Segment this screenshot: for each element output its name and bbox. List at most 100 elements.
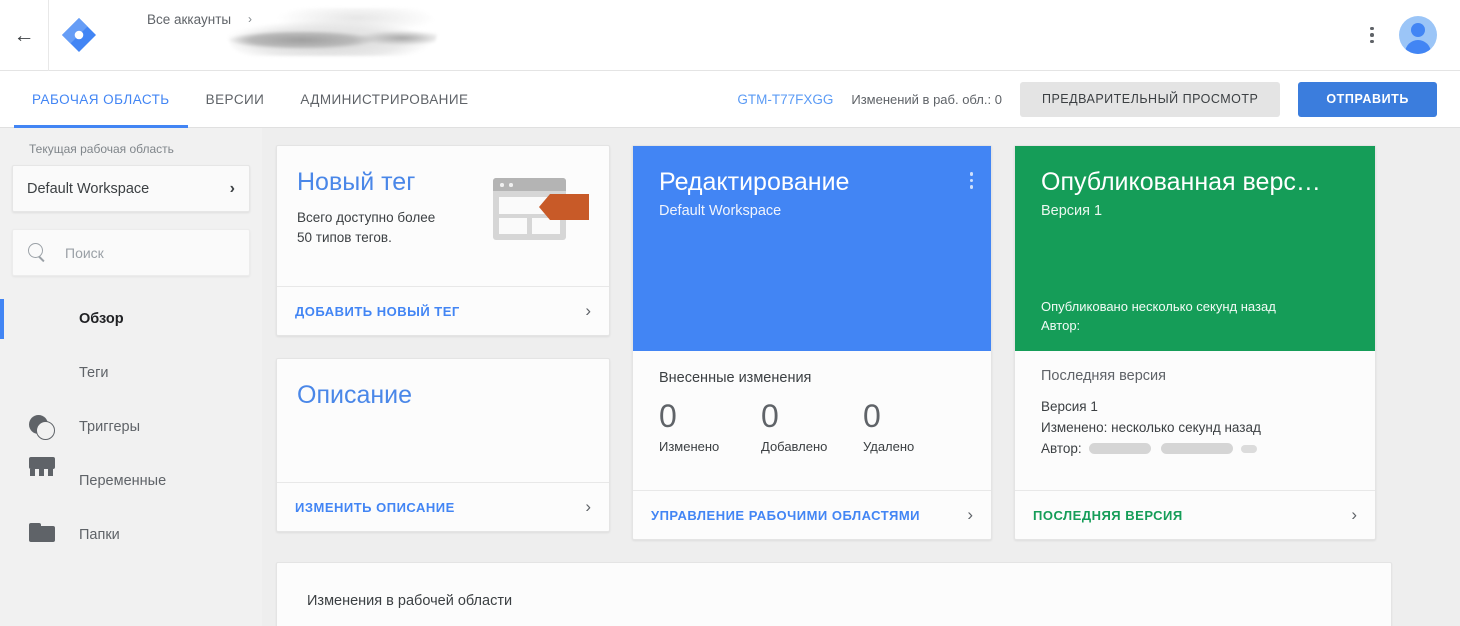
- published-card-meta: Опубликовано несколько секунд назад Авто…: [1041, 297, 1276, 335]
- back-button[interactable]: ←: [0, 0, 49, 71]
- sidebar-item-folders[interactable]: Папки: [0, 508, 262, 562]
- breadcrumb[interactable]: Все аккаунты ›: [117, 0, 1359, 71]
- published-timestamp: Опубликовано несколько секунд назад: [1041, 299, 1276, 314]
- google-tag-manager-logo: [62, 18, 96, 52]
- current-workspace-label: Текущая рабочая область: [29, 142, 174, 156]
- edit-description-action[interactable]: ИЗМЕНИТЬ ОПИСАНИЕ ›: [277, 482, 609, 531]
- breadcrumb-all-accounts[interactable]: Все аккаунты: [147, 12, 231, 27]
- description-card: Описание ИЗМЕНИТЬ ОПИСАНИЕ ›: [276, 358, 610, 532]
- sidebar-item-variables-label: Переменные: [79, 473, 167, 489]
- editing-card-subtitle: Default Workspace: [659, 203, 782, 219]
- sidebar-item-overview[interactable]: Обзор: [0, 292, 262, 346]
- new-tag-title: Новый тег: [297, 168, 416, 196]
- editing-card-title: Редактирование: [659, 168, 850, 196]
- description-title: Описание: [297, 381, 413, 409]
- gtm-overview-page: ← Все аккаунты › РАБОЧАЯ ОБЛАСТЬ ВЕРСИИ: [0, 0, 1460, 626]
- header-actions: [1359, 16, 1437, 54]
- latest-version-author-redacted: [1088, 442, 1257, 455]
- tab-admin-label: АДМИНИСТРИРОВАНИЕ: [300, 91, 469, 107]
- stat-deleted-label: Удалено: [863, 439, 915, 454]
- submit-button[interactable]: ОТПРАВИТЬ: [1298, 81, 1437, 117]
- workspace-changes-title: Изменения в рабочей области: [307, 593, 513, 609]
- chevron-right-icon: ›: [585, 301, 591, 320]
- manage-workspaces-label: УПРАВЛЕНИЕ РАБОЧИМИ ОБЛАСТЯМИ: [651, 507, 921, 523]
- sidebar-item-tags-label: Теги: [79, 365, 109, 381]
- sidebar-item-variables[interactable]: Переменные: [0, 454, 262, 508]
- search-icon: [27, 242, 49, 264]
- new-tag-card: Новый тег Всего доступно более 50 типов …: [276, 145, 610, 336]
- description-body: Описание: [277, 359, 609, 482]
- stat-modified-value: 0: [659, 398, 677, 434]
- cards-row: Новый тег Всего доступно более 50 типов …: [276, 145, 1460, 540]
- editing-card-stats: Внесенные изменения 0 Изменено 0 Добавле…: [633, 351, 991, 490]
- workspace-changes-card: Изменения в рабочей области: [276, 562, 1392, 626]
- stat-deleted: 0 Удалено: [863, 396, 965, 454]
- stat-modified-label: Изменено: [659, 439, 720, 454]
- sidebar-item-tags[interactable]: Теги: [0, 346, 262, 400]
- left-card-column: Новый тег Всего доступно более 50 типов …: [276, 145, 610, 532]
- chevron-right-icon: ›: [229, 179, 235, 197]
- sidebar-nav: Обзор Теги Триггеры Переменные Папки: [0, 292, 262, 562]
- editing-card-header: Редактирование Default Workspace: [633, 146, 991, 351]
- more-options-icon[interactable]: [1359, 20, 1385, 50]
- stat-added-label: Добавлено: [761, 439, 828, 454]
- latest-version-action[interactable]: ПОСЛЕДНЯЯ ВЕРСИЯ ›: [1015, 490, 1375, 539]
- add-new-tag-action[interactable]: ДОБАВИТЬ НОВЫЙ ТЕГ ›: [277, 286, 609, 335]
- latest-version-number: Версия 1: [1041, 399, 1098, 414]
- tab-versions[interactable]: ВЕРСИИ: [188, 71, 283, 128]
- edit-description-label: ИЗМЕНИТЬ ОПИСАНИЕ: [295, 499, 455, 515]
- chevron-right-icon: ›: [1351, 505, 1357, 524]
- tab-bar-actions: GTM-T77FXGG Изменений в раб. обл.: 0 ПРЕ…: [737, 81, 1437, 117]
- container-id-link[interactable]: GTM-T77FXGG: [737, 92, 833, 107]
- published-card-title: Опубликованная верс…: [1041, 168, 1321, 196]
- published-card-subtitle: Версия 1: [1041, 203, 1103, 219]
- card-more-options-icon[interactable]: [969, 172, 973, 189]
- back-arrow-icon: ←: [13, 23, 35, 47]
- preview-button[interactable]: ПРЕДВАРИТЕЛЬНЫЙ ПРОСМОТР: [1019, 81, 1281, 117]
- sidebar-item-triggers-label: Триггеры: [79, 419, 141, 435]
- user-avatar-icon[interactable]: [1399, 16, 1437, 54]
- search-placeholder: Поиск: [65, 244, 104, 261]
- latest-version-author-row: Автор:: [1041, 438, 1349, 459]
- published-card-header: Опубликованная верс… Версия 1 Опубликова…: [1015, 146, 1375, 351]
- stat-deleted-value: 0: [863, 398, 881, 434]
- tab-workspace[interactable]: РАБОЧАЯ ОБЛАСТЬ: [14, 71, 188, 128]
- workspace-name: Default Workspace: [27, 180, 150, 197]
- stat-added: 0 Добавлено: [761, 396, 863, 454]
- latest-version-author-label: Автор:: [1041, 441, 1082, 456]
- tab-admin[interactable]: АДМИНИСТРИРОВАНИЕ: [282, 71, 486, 128]
- workspace-selector[interactable]: Default Workspace ›: [12, 165, 250, 212]
- new-tag-subtitle-line1: Всего доступно более: [297, 210, 436, 225]
- workspace-changes-count: Изменений в раб. обл.: 0: [851, 91, 1002, 107]
- top-header-bar: ← Все аккаунты ›: [0, 0, 1460, 71]
- tab-bar: РАБОЧАЯ ОБЛАСТЬ ВЕРСИИ АДМИНИСТРИРОВАНИЕ…: [0, 71, 1460, 128]
- latest-version-heading: Последняя версия: [1041, 368, 1167, 384]
- new-tag-subtitle-line2: 50 типов тегов.: [297, 230, 392, 245]
- tab-workspace-label: РАБОЧАЯ ОБЛАСТЬ: [32, 91, 170, 107]
- latest-version-modified: Изменено: несколько секунд назад: [1041, 420, 1261, 435]
- logo-container[interactable]: [49, 15, 109, 55]
- add-new-tag-label: ДОБАВИТЬ НОВЫЙ ТЕГ: [295, 303, 460, 319]
- chevron-right-icon: ›: [585, 497, 591, 516]
- tag-illustration: [491, 170, 589, 245]
- tab-list: РАБОЧАЯ ОБЛАСТЬ ВЕРСИИ АДМИНИСТРИРОВАНИЕ: [14, 71, 486, 128]
- stat-added-value: 0: [761, 398, 779, 434]
- new-tag-body: Новый тег Всего доступно более 50 типов …: [277, 146, 609, 286]
- published-version-card: Опубликованная верс… Версия 1 Опубликова…: [1014, 145, 1376, 540]
- account-name-redacted: [227, 7, 437, 56]
- latest-version-body: Последняя версия Версия 1 Изменено: неск…: [1015, 351, 1375, 490]
- stat-modified: 0 Изменено: [659, 396, 761, 454]
- sidebar-item-overview-label: Обзор: [79, 311, 124, 327]
- stats-title: Внесенные изменения: [659, 370, 812, 386]
- editing-card: Редактирование Default Workspace Внесенн…: [632, 145, 992, 540]
- stats-row: 0 Изменено 0 Добавлено 0 Удалено: [659, 396, 965, 454]
- tab-versions-label: ВЕРСИИ: [205, 91, 265, 107]
- search-input[interactable]: Поиск: [12, 229, 250, 276]
- main-content: Новый тег Всего доступно более 50 типов …: [262, 128, 1460, 626]
- sidebar-item-triggers[interactable]: Триггеры: [0, 400, 262, 454]
- manage-workspaces-action[interactable]: УПРАВЛЕНИЕ РАБОЧИМИ ОБЛАСТЯМИ ›: [633, 490, 991, 539]
- sidebar-item-folders-label: Папки: [79, 527, 120, 543]
- latest-version-label: ПОСЛЕДНЯЯ ВЕРСИЯ: [1033, 507, 1183, 523]
- chevron-right-icon: ›: [967, 505, 973, 524]
- sidebar: Текущая рабочая область Default Workspac…: [0, 128, 262, 626]
